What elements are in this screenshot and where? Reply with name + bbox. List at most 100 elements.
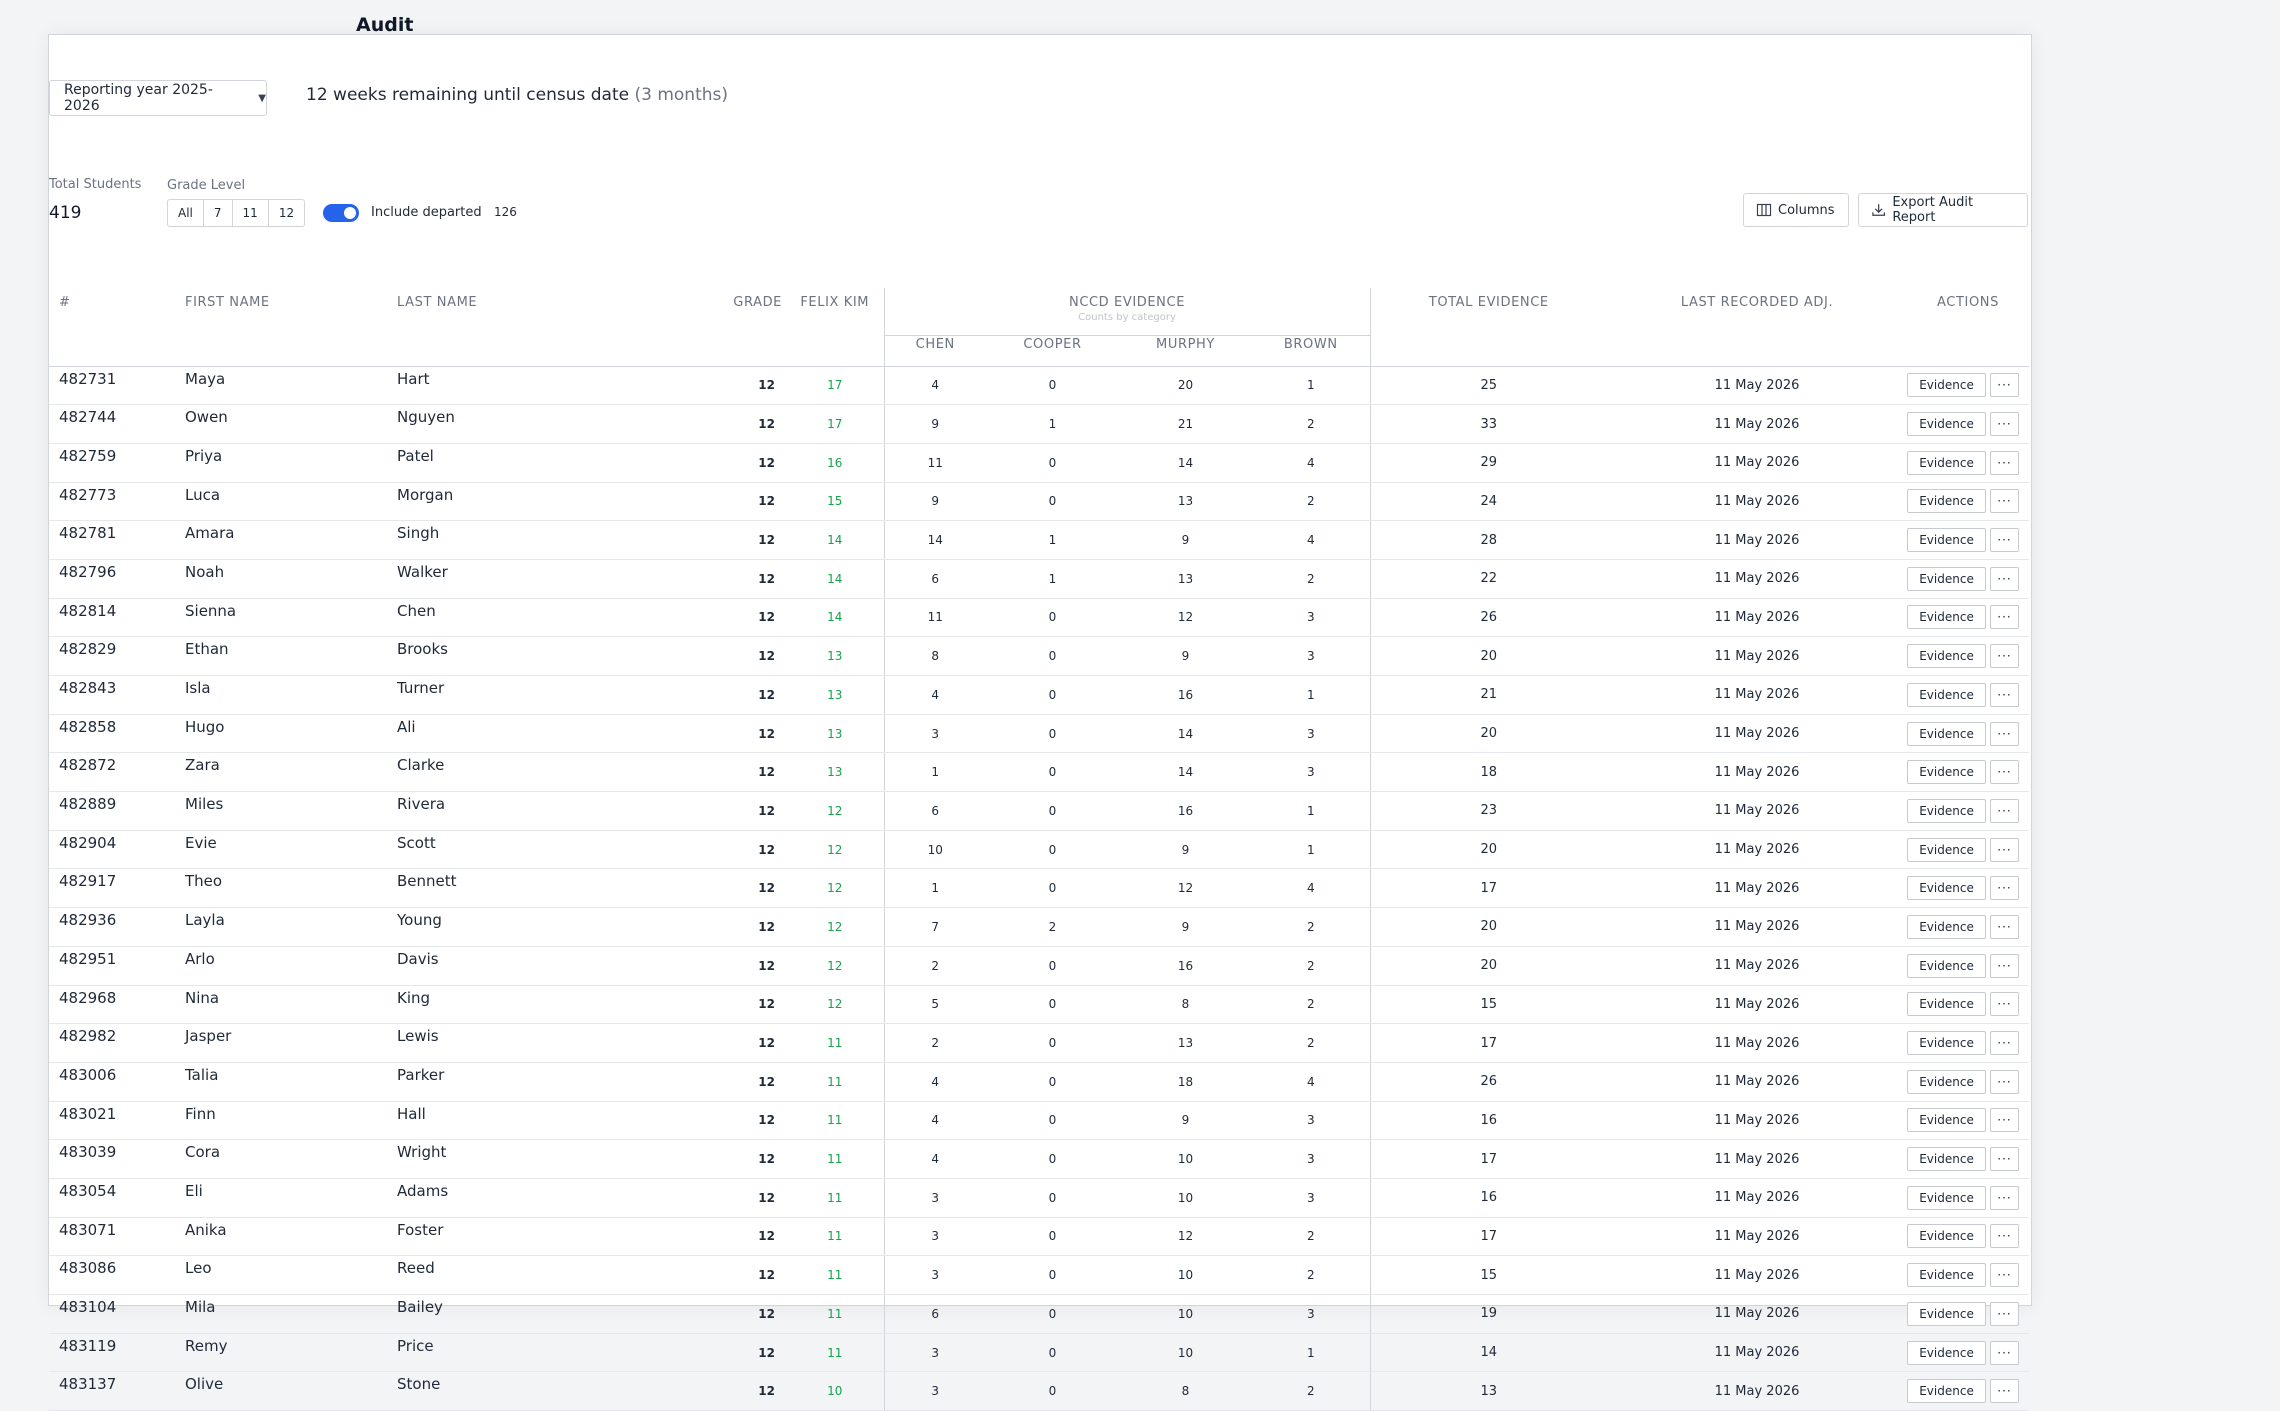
col-cooper[interactable]: Cooper (986, 334, 1119, 366)
more-options-button[interactable]: ··· (1990, 644, 2020, 669)
more-options-button[interactable]: ··· (1990, 682, 2020, 707)
col-felix-kim[interactable]: Felix Kim (786, 288, 884, 366)
more-options-button[interactable]: ··· (1990, 1031, 2020, 1056)
col-chen[interactable]: Chen (883, 334, 986, 366)
chen-count: 10 (883, 830, 986, 870)
evidence-button[interactable]: Evidence (1907, 914, 1987, 939)
more-options-button[interactable]: ··· (1990, 798, 2020, 823)
col-last-name[interactable]: Last Name (382, 288, 646, 366)
evidence-button[interactable]: Evidence (1907, 1108, 1987, 1133)
row-actions: Evidence ··· (1907, 482, 2030, 522)
row-actions: Evidence ··· (1907, 598, 2030, 638)
evidence-button[interactable]: Evidence (1907, 1224, 1987, 1249)
evidence-button[interactable]: Evidence (1907, 1185, 1987, 1210)
columns-button[interactable]: Columns (1743, 193, 1849, 227)
table-row: 483104 Mila Bailey 12 11 6 0 10 3 19 11 May 2026 Ev… (49, 1294, 2030, 1334)
last-name: Young (382, 907, 646, 947)
evidence-button[interactable]: Evidence (1907, 489, 1987, 514)
evidence-button[interactable]: Evidence (1907, 992, 1987, 1017)
last-recorded-date: 11 May 2026 (1607, 1217, 1908, 1257)
more-options-button[interactable]: ··· (1990, 1301, 2020, 1326)
evidence-button[interactable]: Evidence (1907, 605, 1987, 630)
evidence-button[interactable]: Evidence (1907, 1263, 1987, 1288)
total-evidence: 13 (1370, 1371, 1608, 1411)
grade-option-12[interactable]: 12 (269, 200, 304, 226)
more-options-button[interactable]: ··· (1990, 1379, 2020, 1404)
evidence-button[interactable]: Evidence (1907, 953, 1987, 978)
row-actions: Evidence ··· (1907, 1023, 2030, 1063)
evidence-button[interactable]: Evidence (1907, 721, 1987, 746)
brown-count: 4 (1252, 443, 1371, 483)
evidence-button[interactable]: Evidence (1907, 682, 1987, 707)
col-brown[interactable]: Brown (1252, 334, 1371, 366)
grade: 12 (646, 404, 786, 444)
grade-option-all[interactable]: All (168, 200, 204, 226)
export-audit-report-button[interactable]: Export Audit Report (1858, 193, 2028, 227)
evidence-button[interactable]: Evidence (1907, 1031, 1987, 1056)
evidence-button[interactable]: Evidence (1907, 412, 1987, 437)
more-options-button[interactable]: ··· (1990, 992, 2020, 1017)
evidence-button[interactable]: Evidence (1907, 1069, 1987, 1094)
evidence-button[interactable]: Evidence (1907, 373, 1987, 398)
include-departed-toggle[interactable] (323, 204, 359, 222)
row-actions-group: Evidence ··· (1907, 876, 2029, 901)
col-total-evidence[interactable]: Total Evidence (1370, 288, 1607, 366)
last-recorded-date: 11 May 2026 (1607, 482, 1908, 522)
evidence-button[interactable]: Evidence (1907, 876, 1987, 901)
cooper-count: 0 (986, 985, 1119, 1025)
evidence-button[interactable]: Evidence (1907, 1301, 1987, 1326)
more-options-button[interactable]: ··· (1990, 1340, 2020, 1365)
chen-count: 6 (883, 1294, 986, 1334)
more-options-button[interactable]: ··· (1990, 373, 2020, 398)
more-options-button[interactable]: ··· (1990, 876, 2020, 901)
more-options-button[interactable]: ··· (1990, 1147, 2020, 1172)
more-options-button[interactable]: ··· (1990, 528, 2020, 553)
audit-table: # First Name Last Name Grade Felix Kim N… (49, 288, 2030, 1411)
brown-count: 2 (1252, 946, 1371, 986)
col-first-name[interactable]: First Name (169, 288, 382, 366)
student-id: 482872 (49, 752, 169, 793)
reporting-year-select[interactable]: Reporting year 2025-2026 ▼ (49, 80, 267, 116)
more-options-button[interactable]: ··· (1990, 489, 2020, 514)
more-options-button[interactable]: ··· (1990, 721, 2020, 746)
evidence-button[interactable]: Evidence (1907, 644, 1987, 669)
col-last-recorded-adj[interactable]: Last Recorded Adj. (1607, 288, 1907, 366)
evidence-button[interactable]: Evidence (1907, 1340, 1987, 1365)
last-name: Bennett (382, 868, 646, 909)
evidence-button[interactable]: Evidence (1907, 798, 1987, 823)
total-evidence: 17 (1370, 1217, 1608, 1257)
evidence-button[interactable]: Evidence (1907, 450, 1987, 475)
more-options-button[interactable]: ··· (1990, 1069, 2020, 1094)
more-options-button[interactable]: ··· (1990, 605, 2020, 630)
more-options-button[interactable]: ··· (1990, 837, 2020, 862)
first-name: Amara (169, 520, 382, 560)
more-options-button[interactable]: ··· (1990, 1108, 2020, 1133)
grade: 12 (646, 598, 786, 638)
more-options-button[interactable]: ··· (1990, 566, 2020, 591)
evidence-button[interactable]: Evidence (1907, 760, 1987, 785)
cooper-count: 1 (986, 559, 1119, 599)
total-evidence: 19 (1370, 1294, 1608, 1334)
grade-option-11[interactable]: 11 (233, 200, 269, 226)
more-options-button[interactable]: ··· (1990, 1224, 2020, 1249)
more-options-button[interactable]: ··· (1990, 953, 2020, 978)
more-options-button[interactable]: ··· (1990, 412, 2020, 437)
first-name: Noah (169, 559, 382, 599)
total-evidence: 33 (1370, 404, 1608, 444)
col-grade[interactable]: Grade (646, 288, 786, 366)
evidence-button[interactable]: Evidence (1907, 528, 1987, 553)
evidence-button[interactable]: Evidence (1907, 566, 1987, 591)
more-options-button[interactable]: ··· (1990, 1185, 2020, 1210)
more-options-button[interactable]: ··· (1990, 1263, 2020, 1288)
grade-option-7[interactable]: 7 (204, 200, 233, 226)
evidence-button[interactable]: Evidence (1907, 1147, 1987, 1172)
col-murphy[interactable]: Murphy (1119, 334, 1252, 366)
last-name: Walker (382, 559, 646, 599)
first-name: Hugo (169, 714, 382, 754)
evidence-button[interactable]: Evidence (1907, 1379, 1987, 1404)
more-options-button[interactable]: ··· (1990, 914, 2020, 939)
row-actions-group: Evidence ··· (1907, 1340, 2029, 1365)
evidence-button[interactable]: Evidence (1907, 837, 1987, 862)
more-options-button[interactable]: ··· (1990, 450, 2020, 475)
more-options-button[interactable]: ··· (1990, 760, 2020, 785)
